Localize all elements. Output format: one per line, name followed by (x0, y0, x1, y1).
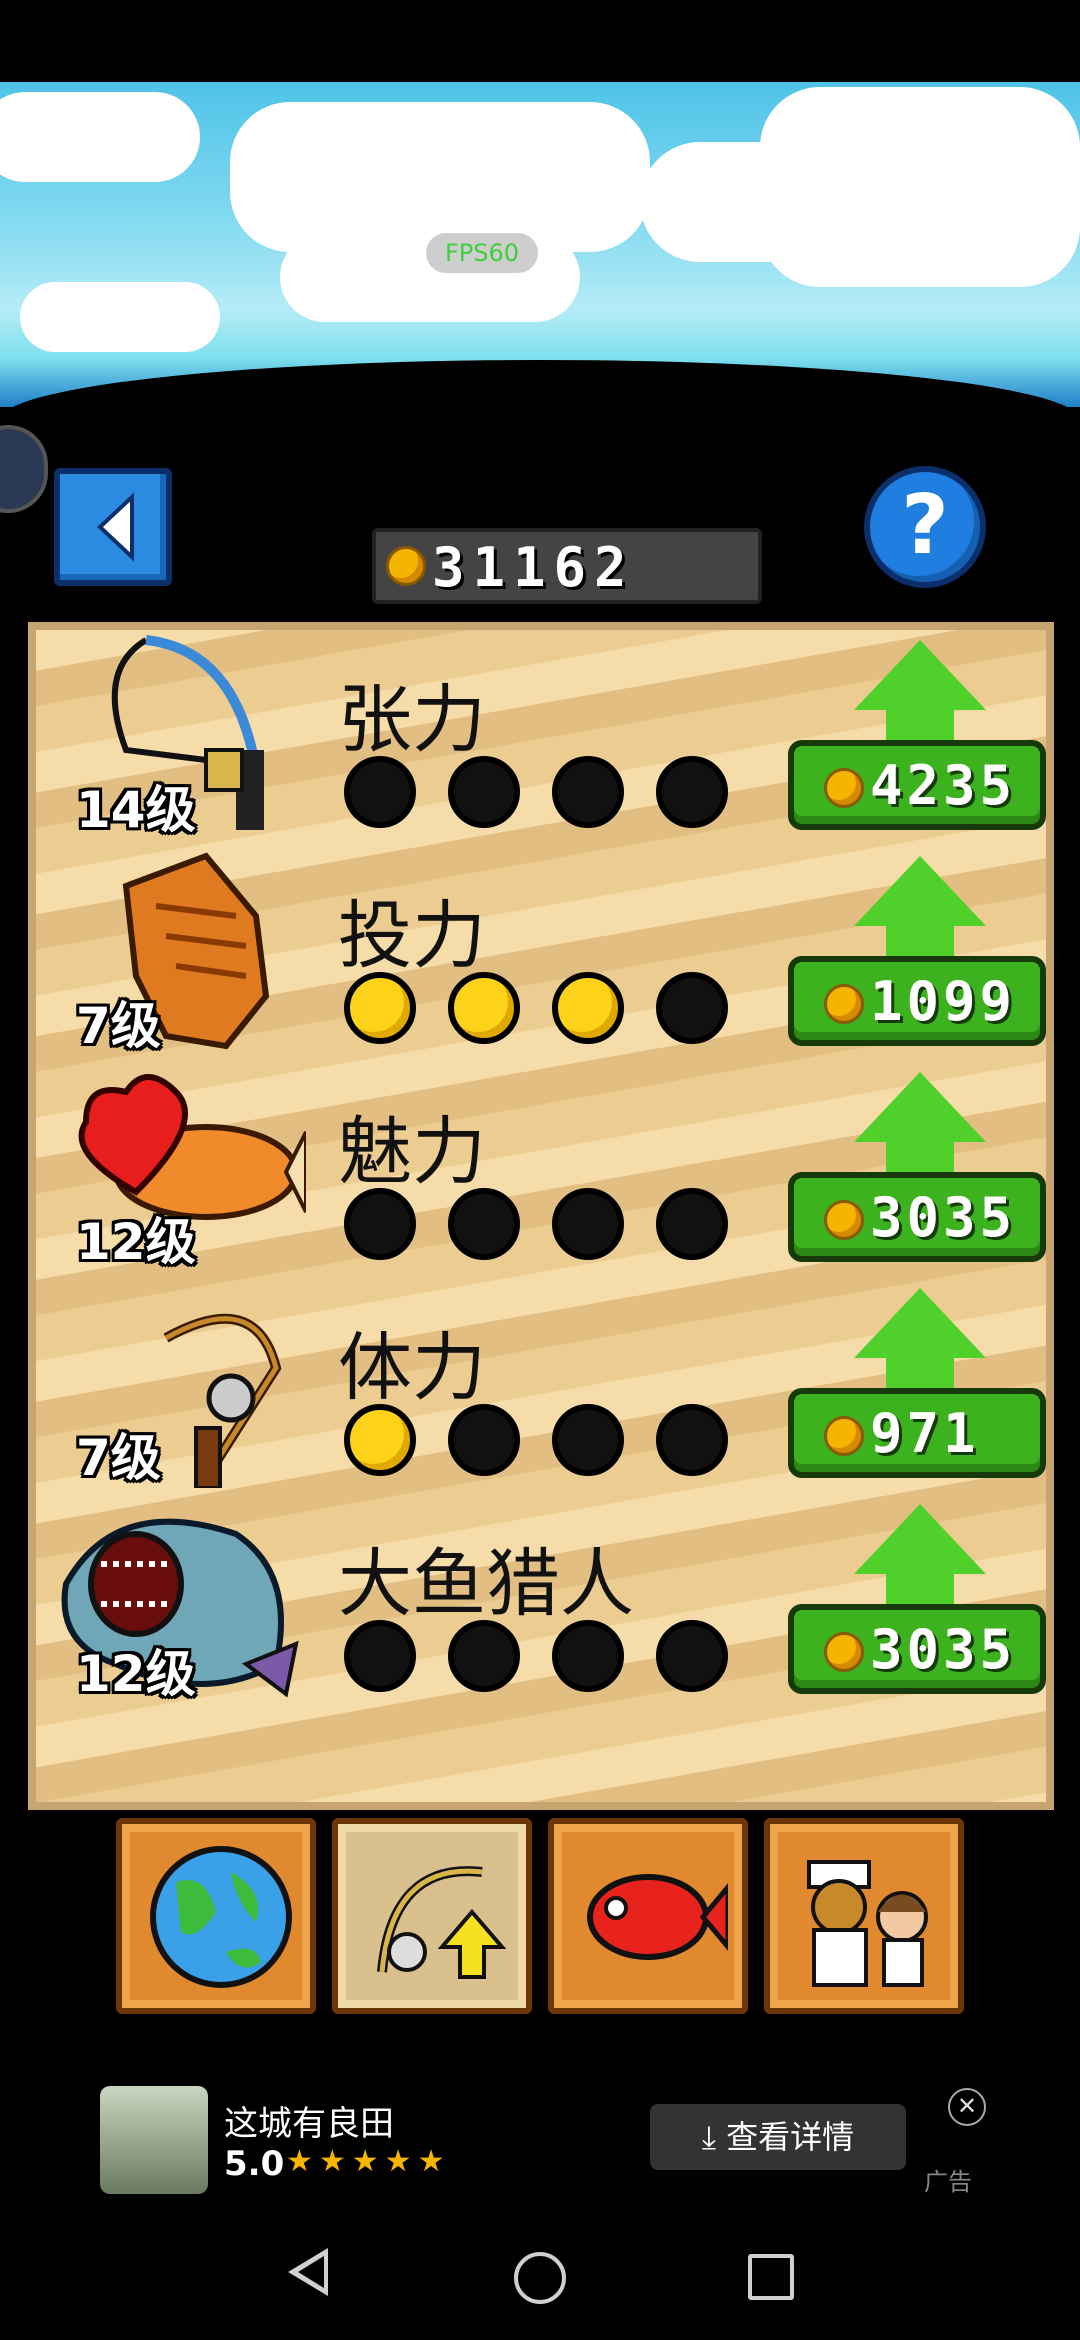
ad-stars: ★★★★★ (286, 2144, 451, 2179)
upgrade-price-value: 1099 (870, 970, 1017, 1033)
progress-dot (552, 972, 624, 1044)
progress-dot (552, 1404, 624, 1476)
progress-dot (344, 1188, 416, 1260)
upgrade-price-value: 3035 (870, 1618, 1017, 1681)
up-arrow-icon (854, 1504, 986, 1574)
up-arrow-icon (854, 640, 986, 710)
red-fish-icon (578, 1842, 731, 1992)
up-arrow-icon (854, 1288, 986, 1358)
ad-details-label: 查看详情 (726, 2118, 855, 2156)
back-arrow-icon (97, 492, 134, 562)
floating-assistant-button[interactable] (0, 425, 48, 513)
upgrade-buy-button[interactable]: 3035 (788, 1072, 1046, 1272)
upgrade-price-value: 3035 (870, 1186, 1017, 1249)
ad-label: 广告 (924, 2168, 972, 2196)
upgrade-price-value: 4235 (870, 754, 1017, 817)
progress-dot (656, 972, 728, 1044)
nav-recents-icon[interactable] (748, 2254, 794, 2300)
coin-icon (386, 546, 426, 586)
coin-icon (824, 1416, 864, 1456)
coin-icon (824, 768, 864, 808)
nav-home-icon[interactable] (514, 2252, 566, 2304)
upgrade-buy-button[interactable]: 4235 (788, 640, 1046, 840)
upgrade-progress (344, 756, 728, 828)
upgrade-row: 12级 魅力 3035 (36, 1062, 1046, 1278)
upgrade-panel: 14级 张力 4235 7级 投力 1099 12级 魅力 3035 7级 体力 971 12级 大鱼猎人… (28, 622, 1054, 1810)
upgrade-price: 3035 (788, 1604, 1046, 1694)
progress-dot (448, 972, 520, 1044)
upgrade-price: 4235 (788, 740, 1046, 830)
tab-fish[interactable] (548, 1818, 748, 2014)
upgrade-buy-button[interactable]: 1099 (788, 856, 1046, 1056)
progress-dot (448, 1404, 520, 1476)
upgrade-row: 14级 张力 4235 (36, 630, 1046, 846)
upgrade-price: 971 (788, 1388, 1046, 1478)
progress-dot (656, 1620, 728, 1692)
upgrade-row: 7级 体力 971 (36, 1278, 1046, 1494)
tab-upgrade[interactable] (332, 1818, 532, 2014)
upgrade-level: 12级 (76, 1213, 196, 1271)
up-arrow-icon (854, 1072, 986, 1142)
progress-dot (656, 1188, 728, 1260)
tab-shop[interactable] (764, 1818, 964, 2014)
upgrade-progress (344, 1188, 728, 1260)
chef-characters-icon (794, 1842, 934, 1992)
upgrade-name: 体力 (338, 1325, 486, 1411)
upgrade-progress (344, 1404, 728, 1476)
up-arrow-icon (854, 856, 986, 926)
progress-dot (344, 1620, 416, 1692)
ad-title[interactable]: 这城有良田 (224, 2096, 394, 2145)
coin-icon (824, 984, 864, 1024)
upgrade-buy-button[interactable]: 3035 (788, 1504, 1046, 1704)
progress-dot (448, 1620, 520, 1692)
progress-dot (552, 756, 624, 828)
coin-balance: 31162 (372, 528, 762, 604)
upgrade-row: 12级 大鱼猎人 3035 (36, 1494, 1046, 1710)
globe-icon (146, 1842, 292, 1992)
upgrade-price: 1099 (788, 956, 1046, 1046)
coin-icon (824, 1632, 864, 1672)
ad-app-icon[interactable] (100, 2086, 208, 2194)
fps-counter: FPS60 (426, 233, 538, 273)
upgrade-price: 3035 (788, 1172, 1046, 1262)
progress-dot (656, 1404, 728, 1476)
help-button[interactable]: ? (864, 466, 986, 588)
upgrade-progress (344, 972, 728, 1044)
progress-dot (448, 1188, 520, 1260)
coin-balance-value: 31162 (432, 536, 635, 599)
upgrade-price-value: 971 (870, 1402, 980, 1465)
upgrade-row: 7级 投力 1099 (36, 846, 1046, 1062)
upgrade-buy-button[interactable]: 971 (788, 1288, 1046, 1488)
progress-dot (344, 1404, 416, 1476)
upgrade-name: 张力 (338, 677, 486, 763)
upgrade-level: 14级 (76, 781, 196, 839)
ad-close-icon[interactable]: ✕ (948, 2088, 986, 2126)
download-icon: ⤓ (701, 2118, 727, 2156)
progress-dot (344, 972, 416, 1044)
coin-icon (824, 1200, 864, 1240)
upgrade-level: 12级 (76, 1645, 196, 1703)
upgrade-level: 7级 (76, 997, 161, 1055)
progress-dot (448, 756, 520, 828)
question-icon: ? (901, 478, 949, 573)
rod-upgrade-icon (362, 1842, 507, 1992)
ad-details-button[interactable]: ⤓ 查看详情 (650, 2104, 906, 2170)
upgrade-name: 大鱼猎人 (338, 1541, 634, 1627)
progress-dot (552, 1188, 624, 1260)
progress-dot (344, 756, 416, 828)
nav-back-icon[interactable] (288, 2248, 328, 2296)
upgrade-progress (344, 1620, 728, 1692)
back-button[interactable] (54, 468, 172, 586)
progress-dot (656, 756, 728, 828)
upgrade-name: 魅力 (338, 1109, 486, 1195)
ad-rating: 5.0 (224, 2144, 285, 2184)
tab-world[interactable] (116, 1818, 316, 2014)
sky-background (0, 82, 1080, 407)
upgrade-name: 投力 (338, 893, 486, 979)
progress-dot (552, 1620, 624, 1692)
upgrade-level: 7级 (76, 1429, 161, 1487)
